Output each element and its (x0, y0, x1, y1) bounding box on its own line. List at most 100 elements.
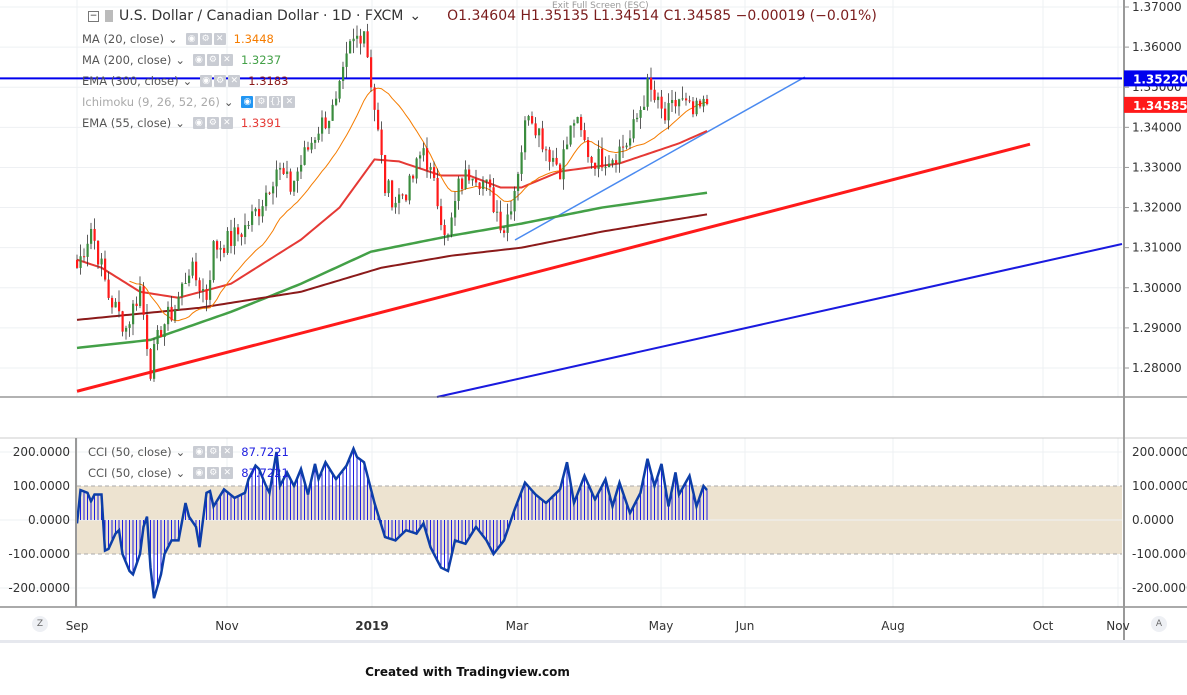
collapse-icon[interactable]: − (88, 10, 99, 22)
visibility-icon[interactable]: ◉ (192, 54, 205, 66)
candle-up (153, 344, 156, 379)
candle-up (275, 169, 278, 187)
candle-up (387, 180, 390, 194)
price-tick-label: 1.29000 (1132, 321, 1182, 335)
price-tick-label: 1.33000 (1132, 160, 1182, 174)
candle-up (296, 171, 299, 181)
code-icon[interactable]: {} (269, 96, 282, 108)
gear-icon[interactable]: ⚙ (214, 75, 227, 87)
candle-up (202, 289, 205, 291)
visibility-icon[interactable]: ◉ (192, 117, 205, 129)
indicator-label[interactable]: MA (20, close) (82, 32, 164, 46)
visibility-icon[interactable]: ◉ (193, 446, 206, 458)
gear-icon[interactable]: ⚙ (206, 117, 219, 129)
gear-icon[interactable]: ⚙ (207, 446, 220, 458)
chevron-down-icon[interactable]: ⌄ (175, 53, 185, 67)
close-icon[interactable]: ✕ (228, 75, 241, 87)
time-tick-label: Mar (506, 619, 529, 633)
price-tick-label: 1.37000 (1132, 0, 1182, 14)
candle-up (321, 117, 324, 134)
cci-left-tick-label: 200.0000 (13, 445, 70, 459)
indicator-legend-3[interactable]: Ichimoku (9, 26, 52, 26) ⌄ ◉ ⚙{} ✕ (82, 95, 303, 109)
candle-down (268, 192, 271, 194)
cci-tick-label: 200.0000 (1132, 445, 1187, 459)
indicator-label[interactable]: EMA (300, close) (82, 74, 179, 88)
close-icon[interactable]: ✕ (221, 467, 234, 479)
chevron-down-icon[interactable]: ⌄ (224, 95, 234, 109)
indicator-legend-2[interactable]: EMA (300, close) ⌄ ◉ ⚙ ✕ 1.3183 (82, 74, 288, 88)
candle-down (541, 128, 544, 150)
close-icon[interactable]: ✕ (283, 96, 296, 108)
candle-up (335, 98, 338, 105)
cci-legend-0[interactable]: CCI (50, close) ⌄ ◉ ⚙ ✕ 87.7221 (88, 445, 289, 459)
visibility-icon[interactable]: ◉ (241, 96, 254, 108)
candle-down (76, 259, 79, 268)
candle-up (272, 186, 275, 194)
candle-up (352, 38, 355, 42)
cci-legend-1[interactable]: CCI (50, close) ⌄ ◉ ⚙ ✕ 87.7221 (88, 466, 289, 480)
close-icon[interactable]: ✕ (220, 54, 233, 66)
candle-up (156, 329, 159, 345)
indicator-legend-0[interactable]: MA (20, close) ⌄ ◉ ⚙ ✕ 1.3448 (82, 32, 274, 46)
candle-up (454, 201, 457, 218)
gear-icon[interactable]: ⚙ (206, 54, 219, 66)
visibility-icon[interactable]: ◉ (185, 33, 198, 45)
indicator-label[interactable]: CCI (50, close) (88, 466, 172, 480)
candle-down (282, 168, 285, 174)
candle-down (307, 147, 310, 150)
candle-up (293, 180, 296, 192)
candle-down (426, 148, 429, 170)
candle-down (170, 306, 173, 321)
candle-down (440, 206, 443, 226)
candle-up (279, 168, 282, 170)
candle-up (114, 301, 117, 308)
chevron-down-icon[interactable]: ⌄ (175, 116, 185, 130)
indicator-label[interactable]: CCI (50, close) (88, 445, 172, 459)
candle-down (104, 258, 107, 280)
close-icon[interactable]: ✕ (221, 446, 234, 458)
candle-up (244, 225, 247, 237)
candle-down (650, 77, 653, 90)
gear-icon[interactable]: ⚙ (207, 467, 220, 479)
gear-icon[interactable]: ⚙ (255, 96, 268, 108)
candle-down (692, 101, 695, 115)
candle-up (464, 169, 467, 189)
candle-up (496, 211, 499, 213)
indicator-label[interactable]: EMA (55, close) (82, 116, 171, 130)
indicator-label[interactable]: MA (200, close) (82, 53, 171, 67)
candle-down (198, 280, 201, 291)
chevron-down-icon[interactable]: ⌄ (183, 74, 193, 88)
candle-up (363, 31, 366, 44)
candle-up (209, 280, 212, 300)
candle-up (636, 117, 639, 120)
indicator-value: 1.3448 (233, 32, 274, 46)
gear-icon[interactable]: ⚙ (199, 33, 212, 45)
candle-up (506, 214, 509, 233)
candle-up (167, 306, 170, 325)
candle-down (436, 177, 439, 207)
indicator-legend-1[interactable]: MA (200, close) ⌄ ◉ ⚙ ✕ 1.3237 (82, 53, 281, 67)
chevron-down-icon[interactable]: ⌄ (176, 445, 186, 459)
price-tick-label: 1.28000 (1132, 361, 1182, 375)
chevron-down-icon[interactable]: ⌄ (176, 466, 186, 480)
candle-down (107, 279, 110, 298)
chevron-down-icon[interactable]: ⌄ (409, 8, 421, 24)
visibility-icon[interactable]: ◉ (193, 467, 206, 479)
candle-up (90, 228, 93, 244)
chevron-down-icon[interactable]: ⌄ (168, 32, 178, 46)
close-icon[interactable]: ✕ (213, 33, 226, 45)
candle-down (121, 311, 124, 332)
candle-up (300, 164, 303, 172)
candle-up (331, 104, 334, 121)
candle-down (377, 109, 380, 130)
indicator-legend-4[interactable]: EMA (55, close) ⌄ ◉ ⚙ ✕ 1.3391 (82, 116, 281, 130)
zoom-button[interactable]: Z (32, 616, 48, 632)
indicator-label[interactable]: Ichimoku (9, 26, 52, 26) (82, 95, 220, 109)
auto-scale-button[interactable]: A (1151, 616, 1167, 632)
visibility-icon[interactable]: ◉ (200, 75, 213, 87)
candle-up (226, 230, 229, 253)
close-icon[interactable]: ✕ (220, 117, 233, 129)
candle-up (632, 119, 635, 139)
time-tick-label: Aug (881, 619, 904, 633)
symbol-label[interactable]: U.S. Dollar / Canadian Dollar · 1D · FXC… (119, 8, 403, 24)
